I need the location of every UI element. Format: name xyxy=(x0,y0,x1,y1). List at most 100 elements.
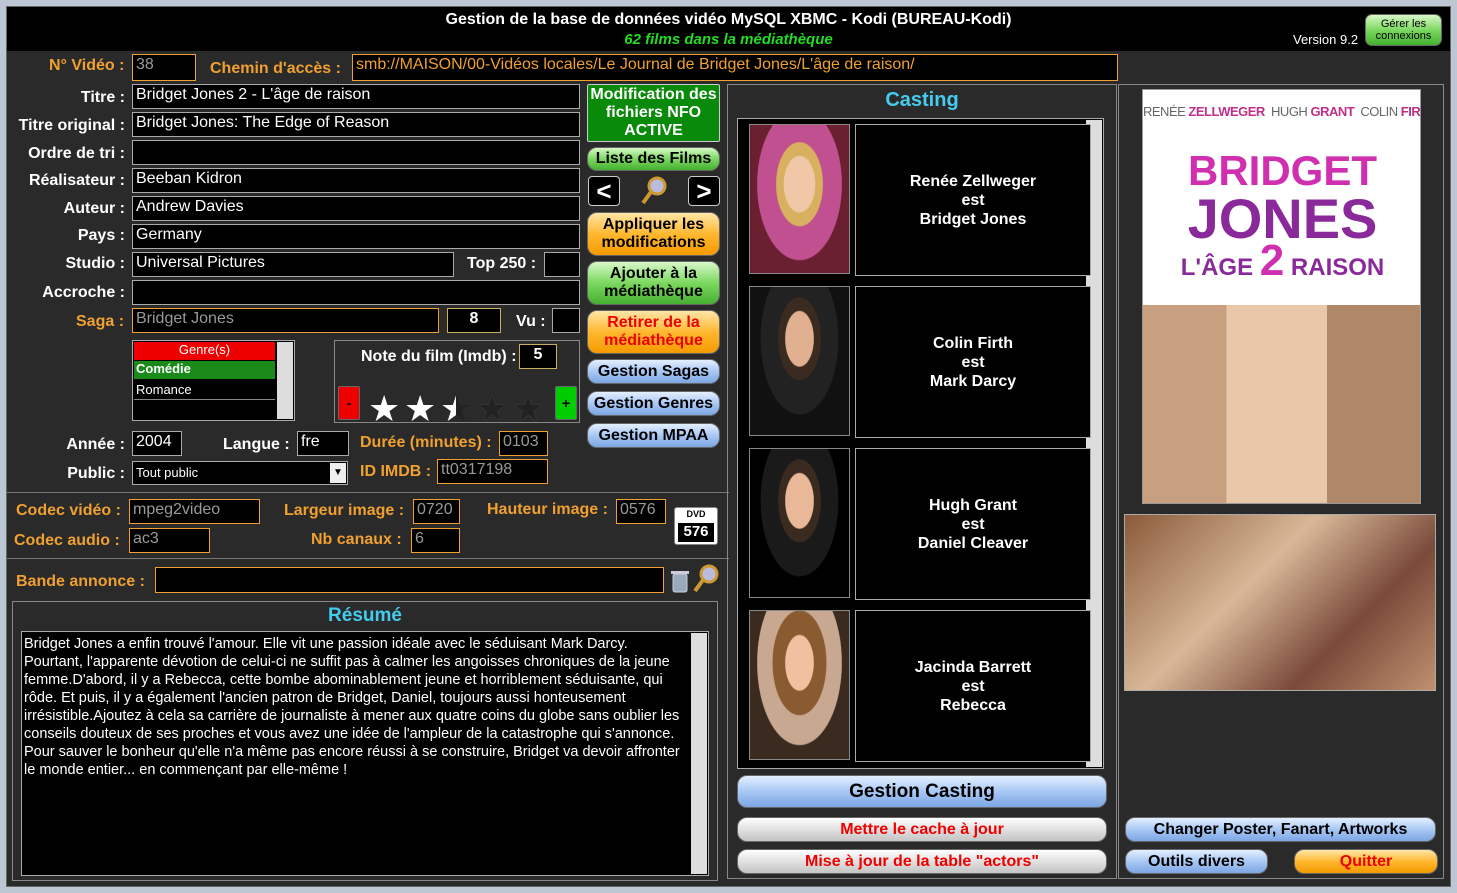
version-label: Version 9.2 xyxy=(1293,32,1359,47)
search-icon[interactable] xyxy=(640,175,670,207)
cast-card[interactable]: Jacinda Barrett est Rebecca xyxy=(749,610,1091,762)
tools-button[interactable]: Outils divers xyxy=(1125,849,1268,874)
summary-title: Résumé xyxy=(328,605,402,626)
add-to-library-button[interactable]: Ajouter à la médiathèque xyxy=(587,261,720,305)
top250-field[interactable] xyxy=(544,252,580,277)
orig-title-label: Titre original : xyxy=(18,117,125,134)
chevron-down-icon[interactable]: ▼ xyxy=(330,463,346,483)
actor-as: est xyxy=(961,353,985,371)
nfo-status-button[interactable]: Modification des fichiers NFO ACTIVE xyxy=(587,84,720,142)
divider xyxy=(7,558,729,559)
actor-caption: Colin Firth est Mark Darcy xyxy=(855,286,1091,438)
studio-field[interactable]: Universal Pictures xyxy=(132,252,454,277)
apply-changes-button[interactable]: Appliquer les modifications xyxy=(587,212,720,256)
star-outline-icon[interactable]: ★ xyxy=(476,389,508,429)
rating-plus-button[interactable]: + xyxy=(555,386,577,420)
orig-title-field[interactable]: Bridget Jones: The Edge of Reason xyxy=(132,112,580,137)
saga-field[interactable]: Bridget Jones xyxy=(132,308,439,333)
seen-field[interactable] xyxy=(552,308,580,333)
star-icon[interactable]: ★ xyxy=(368,389,400,429)
video-codec-field[interactable]: mpeg2video xyxy=(129,499,260,524)
cast-card[interactable]: Hugh Grant est Daniel Cleaver xyxy=(749,448,1091,600)
actor-role: Daniel Cleaver xyxy=(917,534,1029,552)
manage-casting-button[interactable]: Gestion Casting xyxy=(737,775,1107,808)
lang-field[interactable]: fre xyxy=(297,431,349,456)
summary-scrollbar[interactable] xyxy=(691,633,707,874)
change-artwork-button[interactable]: Changer Poster, Fanart, Artworks xyxy=(1125,817,1436,842)
tagline-field[interactable] xyxy=(132,280,580,305)
actor-caption: Jacinda Barrett est Rebecca xyxy=(855,610,1091,762)
poster-subtitle-text: RAISON xyxy=(1290,254,1385,281)
prev-button[interactable]: < xyxy=(588,176,620,206)
genre-item[interactable]: Comédie xyxy=(134,361,275,379)
star-icon[interactable]: ★ xyxy=(404,389,436,429)
quit-button[interactable]: Quitter xyxy=(1294,849,1438,874)
actor-as: est xyxy=(961,191,985,209)
year-field[interactable]: 2004 xyxy=(132,431,182,456)
summary-textarea[interactable]: Bridget Jones a enfin trouvé l'amour. El… xyxy=(21,631,709,876)
poster-credit-text: RENÉE xyxy=(1143,104,1186,119)
genre-item[interactable]: Romance xyxy=(134,382,275,400)
trailer-label: Bande annonce : xyxy=(16,573,145,590)
update-actors-button[interactable]: Mise à jour de la table "actors" xyxy=(737,849,1107,874)
channels-field[interactable]: 6 xyxy=(411,528,460,553)
rating-minus-button[interactable]: - xyxy=(338,386,360,420)
title-field[interactable]: Bridget Jones 2 - L'âge de raison xyxy=(132,84,580,109)
duration-field[interactable]: 0103 xyxy=(499,431,548,456)
poster-title-line1: BRIDGET xyxy=(1188,147,1377,194)
poster-credits: RENÉE ZELLWEGER HUGH GRANT COLIN FIRTH xyxy=(1143,104,1420,119)
seen-label: Vu : xyxy=(516,313,546,330)
sort-field[interactable] xyxy=(132,140,580,165)
genres-scrollbar[interactable] xyxy=(277,342,293,419)
cast-card[interactable]: Colin Firth est Mark Darcy xyxy=(749,286,1091,438)
year-label: Année : xyxy=(66,436,125,453)
height-field[interactable]: 0576 xyxy=(616,499,666,524)
actor-name: Hugh Grant xyxy=(929,496,1017,514)
author-label: Auteur : xyxy=(63,200,125,217)
half-star-icon[interactable]: ★ xyxy=(440,389,472,429)
next-button[interactable]: > xyxy=(688,176,720,206)
manage-connections-button[interactable]: Gérer les connexions xyxy=(1365,14,1442,46)
dvd-resolution-badge: DVD 576 xyxy=(674,507,718,545)
top250-label: Top 250 : xyxy=(467,255,537,272)
film-list-button[interactable]: Liste des Films xyxy=(587,147,720,171)
update-cache-button[interactable]: Mettre le cache à jour xyxy=(737,817,1107,842)
actor-photo xyxy=(749,448,850,598)
genres-list[interactable]: Genre(s) Comédie Romance xyxy=(132,340,295,421)
duration-label: Durée (minutes) : xyxy=(360,434,492,451)
author-field[interactable]: Andrew Davies xyxy=(132,196,580,221)
public-select[interactable]: Tout public ▼ xyxy=(132,461,348,485)
trash-icon[interactable] xyxy=(670,568,690,594)
poster-credit-text: GRANT xyxy=(1310,104,1355,119)
fanart-image xyxy=(1124,514,1436,691)
search-icon[interactable] xyxy=(692,563,720,595)
manage-genres-button[interactable]: Gestion Genres xyxy=(587,391,720,416)
manage-mpaa-button[interactable]: Gestion MPAA xyxy=(587,423,720,448)
film-count: 62 films dans la médiathèque xyxy=(624,31,833,48)
manage-sagas-button[interactable]: Gestion Sagas xyxy=(587,359,720,384)
channels-label: Nb canaux : xyxy=(311,531,402,548)
country-field[interactable]: Germany xyxy=(132,224,580,249)
director-field[interactable]: Beeban Kidron xyxy=(132,168,580,193)
actor-caption: Hugh Grant est Daniel Cleaver xyxy=(855,448,1091,600)
trailer-field[interactable] xyxy=(155,567,664,593)
actor-name: Jacinda Barrett xyxy=(914,658,1032,676)
genres-header: Genre(s) xyxy=(134,342,275,360)
imdb-field[interactable]: tt0317198 xyxy=(437,459,548,484)
remove-from-library-button[interactable]: Retirer de la médiathèque xyxy=(587,310,720,354)
poster-title-line3: L'ÂGE 2 RAISON xyxy=(1143,239,1420,283)
tagline-label: Accroche : xyxy=(42,284,125,301)
audio-codec-field[interactable]: ac3 xyxy=(129,528,210,553)
actor-as: est xyxy=(961,677,985,695)
actor-photo xyxy=(749,124,850,274)
saga-number-field[interactable]: 8 xyxy=(447,308,501,333)
num-video-field[interactable]: 38 xyxy=(132,54,196,81)
height-label: Hauteur image : xyxy=(487,501,608,518)
star-outline-icon[interactable]: ★ xyxy=(512,389,544,429)
path-field[interactable]: smb://MAISON/00-Vidéos locales/Le Journa… xyxy=(352,54,1118,81)
saga-label: Saga : xyxy=(76,313,125,330)
poster-credit-text: ZELLWEGER xyxy=(1188,104,1265,119)
width-field[interactable]: 0720 xyxy=(413,499,460,524)
cast-card[interactable]: Renée Zellweger est Bridget Jones xyxy=(749,124,1091,276)
rating-field[interactable]: 5 xyxy=(519,344,557,369)
